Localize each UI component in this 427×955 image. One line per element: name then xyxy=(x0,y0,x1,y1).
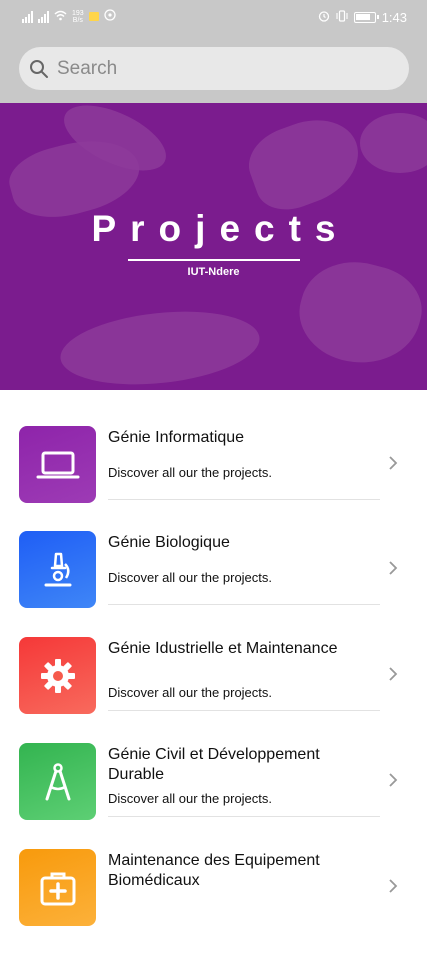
project-item-genie-biologique[interactable]: Génie Biologique Discover all our the pr… xyxy=(0,531,427,637)
project-icon-tile xyxy=(19,849,96,926)
banner-shape xyxy=(239,106,371,220)
status-bar: 193 B/s 1:43 xyxy=(0,0,427,36)
project-item-maintenance-biomedicaux[interactable]: Maintenance des Equipement Biomédicaux xyxy=(0,849,427,955)
project-description: Discover all our the projects. xyxy=(108,465,273,480)
banner-title: Projects xyxy=(91,208,350,249)
battery-icon xyxy=(353,12,379,23)
divider xyxy=(108,816,380,817)
notification-icon xyxy=(88,12,99,21)
microscope-icon xyxy=(44,552,71,586)
signal-icon xyxy=(22,10,33,23)
medical-kit-icon xyxy=(40,872,75,905)
alarm-icon xyxy=(318,10,330,25)
chevron-right-icon[interactable] xyxy=(388,455,398,471)
vibrate-icon xyxy=(336,10,348,25)
chevron-right-icon[interactable] xyxy=(388,878,398,894)
chevron-right-icon[interactable] xyxy=(388,772,398,788)
project-title: Génie Biologique xyxy=(108,534,230,551)
project-title: Génie Informatique xyxy=(108,429,245,446)
signal-icon-2 xyxy=(38,10,49,23)
whatsapp-icon xyxy=(104,9,116,24)
project-title: Génie Civil et Développement Durable xyxy=(108,746,320,783)
project-icon-tile xyxy=(19,743,96,820)
laptop-icon xyxy=(36,451,79,478)
project-item-genie-informatique[interactable]: Génie Informatique Discover all our the … xyxy=(0,426,427,532)
divider xyxy=(108,710,380,711)
network-speed: 193 B/s xyxy=(72,9,84,24)
chevron-right-icon[interactable] xyxy=(388,560,398,576)
project-description: Discover all our the projects. xyxy=(108,791,273,806)
projects-banner: Projects IUT-Ndere xyxy=(0,103,427,390)
project-description: Discover all our the projects. xyxy=(108,570,273,585)
divider xyxy=(108,499,380,500)
banner-shape xyxy=(56,302,264,390)
project-icon-tile xyxy=(19,426,96,503)
gear-icon xyxy=(40,658,75,693)
banner-subtitle: IUT-Ndere xyxy=(187,266,240,278)
wifi-icon xyxy=(54,10,67,24)
app-header: 193 B/s 1:43 xyxy=(0,0,427,103)
project-icon-tile xyxy=(19,531,96,608)
banner-shape xyxy=(360,113,427,173)
banner-underline xyxy=(128,259,300,261)
project-icon-tile xyxy=(19,637,96,714)
search-bar[interactable] xyxy=(19,47,409,90)
project-description: Discover all our the projects. xyxy=(108,685,273,700)
project-item-genie-civil[interactable]: Génie Civil et Développement Durable Dis… xyxy=(0,743,427,849)
status-time: 1:43 xyxy=(381,10,407,25)
compass-icon xyxy=(45,762,70,800)
search-icon xyxy=(30,59,48,78)
project-title: Génie Idustrielle et Maintenance xyxy=(108,640,338,657)
project-item-genie-industrielle[interactable]: Génie Idustrielle et Maintenance Discove… xyxy=(0,637,427,743)
divider xyxy=(108,604,380,605)
search-input[interactable] xyxy=(55,56,379,81)
chevron-right-icon[interactable] xyxy=(388,666,398,682)
project-title: Maintenance des Equipement Biomédicaux xyxy=(108,852,320,889)
